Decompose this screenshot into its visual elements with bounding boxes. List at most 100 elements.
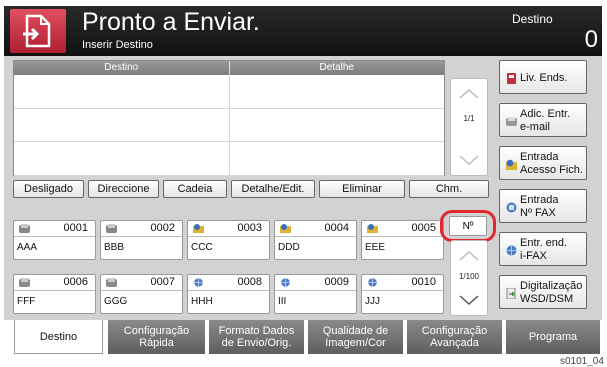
one-touch-number: 0009	[324, 276, 349, 288]
chevron-down-icon	[459, 155, 479, 165]
fax-icon	[19, 224, 30, 233]
ifax-entry-label-2: i-FAX	[520, 250, 547, 262]
one-touch-page-indicator: 1/100	[458, 272, 480, 281]
one-touch-number: 0007	[150, 276, 175, 288]
one-touch-scroll-up-button[interactable]	[451, 243, 487, 269]
globe-icon	[194, 278, 203, 287]
delete-button[interactable]: Eliminar	[319, 180, 405, 198]
destination-page-indicator: 1/1	[463, 114, 475, 123]
globe-icon	[506, 245, 517, 256]
one-touch-key[interactable]: 0007 GGG	[100, 274, 183, 314]
wsd-icon	[506, 288, 516, 299]
one-touch-number: 0004	[324, 222, 349, 234]
one-touch-key[interactable]: 0010 JJJ	[361, 274, 444, 314]
folder-entry-label: Entrada	[520, 151, 559, 163]
one-touch-name: GGG	[104, 296, 128, 307]
one-touch-number: 0006	[63, 276, 88, 288]
ifax-entry-button[interactable]: Entr. end. i-FAX	[499, 232, 587, 266]
one-touch-key[interactable]: 0009 III	[274, 274, 357, 314]
fax-entry-label-2: Nº FAX	[520, 207, 556, 219]
header-bar: Pronto a Enviar. Inserir Destino Destino…	[4, 6, 602, 56]
add-email-label: Adic. Entr.	[520, 108, 571, 120]
address-book-button[interactable]: Liv. Ends.	[499, 60, 587, 94]
page-title: Pronto a Enviar.	[82, 8, 260, 36]
send-screen: Pronto a Enviar. Inserir Destino Destino…	[4, 0, 604, 367]
one-touch-scrollbar: 1/100	[450, 240, 488, 316]
work-area: Destino Detalhe 1/1 Desligado Direccione…	[4, 56, 602, 320]
one-touch-key[interactable]: 0008 HHH	[187, 274, 270, 314]
tab-quick-setup[interactable]: Configuração Rápida	[108, 320, 205, 354]
chain-button[interactable]: Cadeia	[163, 180, 227, 198]
wsd-scan-button[interactable]: Digitalização WSD/DSM	[499, 275, 587, 309]
one-touch-key[interactable]: 0005 EEE	[361, 220, 444, 260]
one-touch-name: EEE	[365, 242, 386, 253]
one-touch-name: CCC	[191, 242, 213, 253]
destination-count-label: Destino	[512, 12, 553, 26]
fax-number-entry-button[interactable]: Entrada Nº FAX	[499, 189, 587, 223]
add-email-button[interactable]: Adic. Entr. e-mail	[499, 103, 587, 137]
one-touch-number: 0010	[411, 276, 436, 288]
folder-icon	[506, 159, 517, 170]
one-touch-key[interactable]: 0003 CCC	[187, 220, 270, 260]
one-touch-name: FFF	[17, 296, 36, 307]
one-touch-key[interactable]: 0002 BBB	[100, 220, 183, 260]
one-touch-name: AAA	[17, 242, 38, 253]
one-touch-number: 0002	[150, 222, 175, 234]
tab-destino[interactable]: Destino	[14, 320, 103, 354]
folder-icon	[280, 224, 291, 233]
destination-count: 0	[584, 26, 598, 53]
page-subtitle: Inserir Destino	[82, 39, 153, 51]
address-book-label: Liv. Ends.	[520, 72, 568, 84]
tab-send-format[interactable]: Formato Dados de Envio/Orig.	[209, 320, 304, 354]
fax-icon	[506, 202, 517, 213]
one-touch-name: HHH	[191, 296, 213, 307]
table-row[interactable]	[14, 108, 444, 142]
column-detalhe: Detalhe	[319, 62, 354, 73]
tab-program[interactable]: Programa	[506, 320, 600, 354]
fax-icon	[106, 278, 117, 287]
chevron-down-icon	[459, 295, 479, 305]
add-email-label-2: e-mail	[520, 121, 550, 133]
recall-button[interactable]: Chm.	[409, 180, 489, 198]
table-row[interactable]	[14, 142, 444, 176]
one-touch-scroll-down-button[interactable]	[451, 287, 487, 313]
one-touch-key[interactable]: 0004 DDD	[274, 220, 357, 260]
tab-image-quality[interactable]: Qualidade de Imagem/Cor	[308, 320, 403, 354]
folder-entry-button[interactable]: Entrada Acesso Fich.	[499, 146, 587, 180]
destination-scrollbar: 1/1	[450, 78, 488, 176]
one-touch-number: 0008	[237, 276, 262, 288]
tab-advanced-setup[interactable]: Configuração Avançada	[407, 320, 502, 354]
one-touch-number: 0001	[63, 222, 88, 234]
destination-table: Destino Detalhe	[13, 60, 445, 176]
one-touch-name: JJJ	[365, 296, 380, 307]
send-icon	[10, 9, 66, 53]
column-destino: Destino	[14, 61, 230, 75]
folder-icon	[193, 224, 204, 233]
one-touch-key[interactable]: 0006 FFF	[13, 274, 96, 314]
one-touch-key[interactable]: 0001 AAA	[13, 220, 96, 260]
one-touch-number: 0003	[237, 222, 262, 234]
folder-icon	[367, 224, 378, 233]
image-code: s0101_04	[560, 356, 604, 367]
tab-bar: Destino Configuração Rápida Formato Dado…	[4, 320, 602, 356]
email-icon	[506, 117, 517, 126]
address-book-icon	[507, 73, 516, 84]
highlight-ring	[440, 210, 496, 242]
off-hook-button[interactable]: Desligado	[13, 180, 84, 198]
folder-entry-label-2: Acesso Fich.	[520, 164, 583, 176]
ifax-entry-label: Entr. end.	[520, 237, 568, 249]
direct-button[interactable]: Direccione	[88, 180, 159, 198]
destination-table-header: Destino Detalhe	[14, 61, 444, 75]
fax-icon	[19, 278, 30, 287]
chevron-up-icon	[459, 89, 479, 99]
scroll-down-button[interactable]	[451, 147, 487, 173]
table-row[interactable]	[14, 75, 444, 109]
detail-edit-button[interactable]: Detalhe/Edit.	[231, 180, 315, 198]
wsd-scan-label-2: WSD/DSM	[520, 293, 574, 305]
wsd-scan-label: Digitalização	[520, 280, 583, 292]
scroll-up-button[interactable]	[451, 81, 487, 107]
one-touch-name: III	[278, 296, 287, 307]
fax-icon	[106, 224, 117, 233]
globe-icon	[281, 278, 290, 287]
globe-icon	[368, 278, 377, 287]
